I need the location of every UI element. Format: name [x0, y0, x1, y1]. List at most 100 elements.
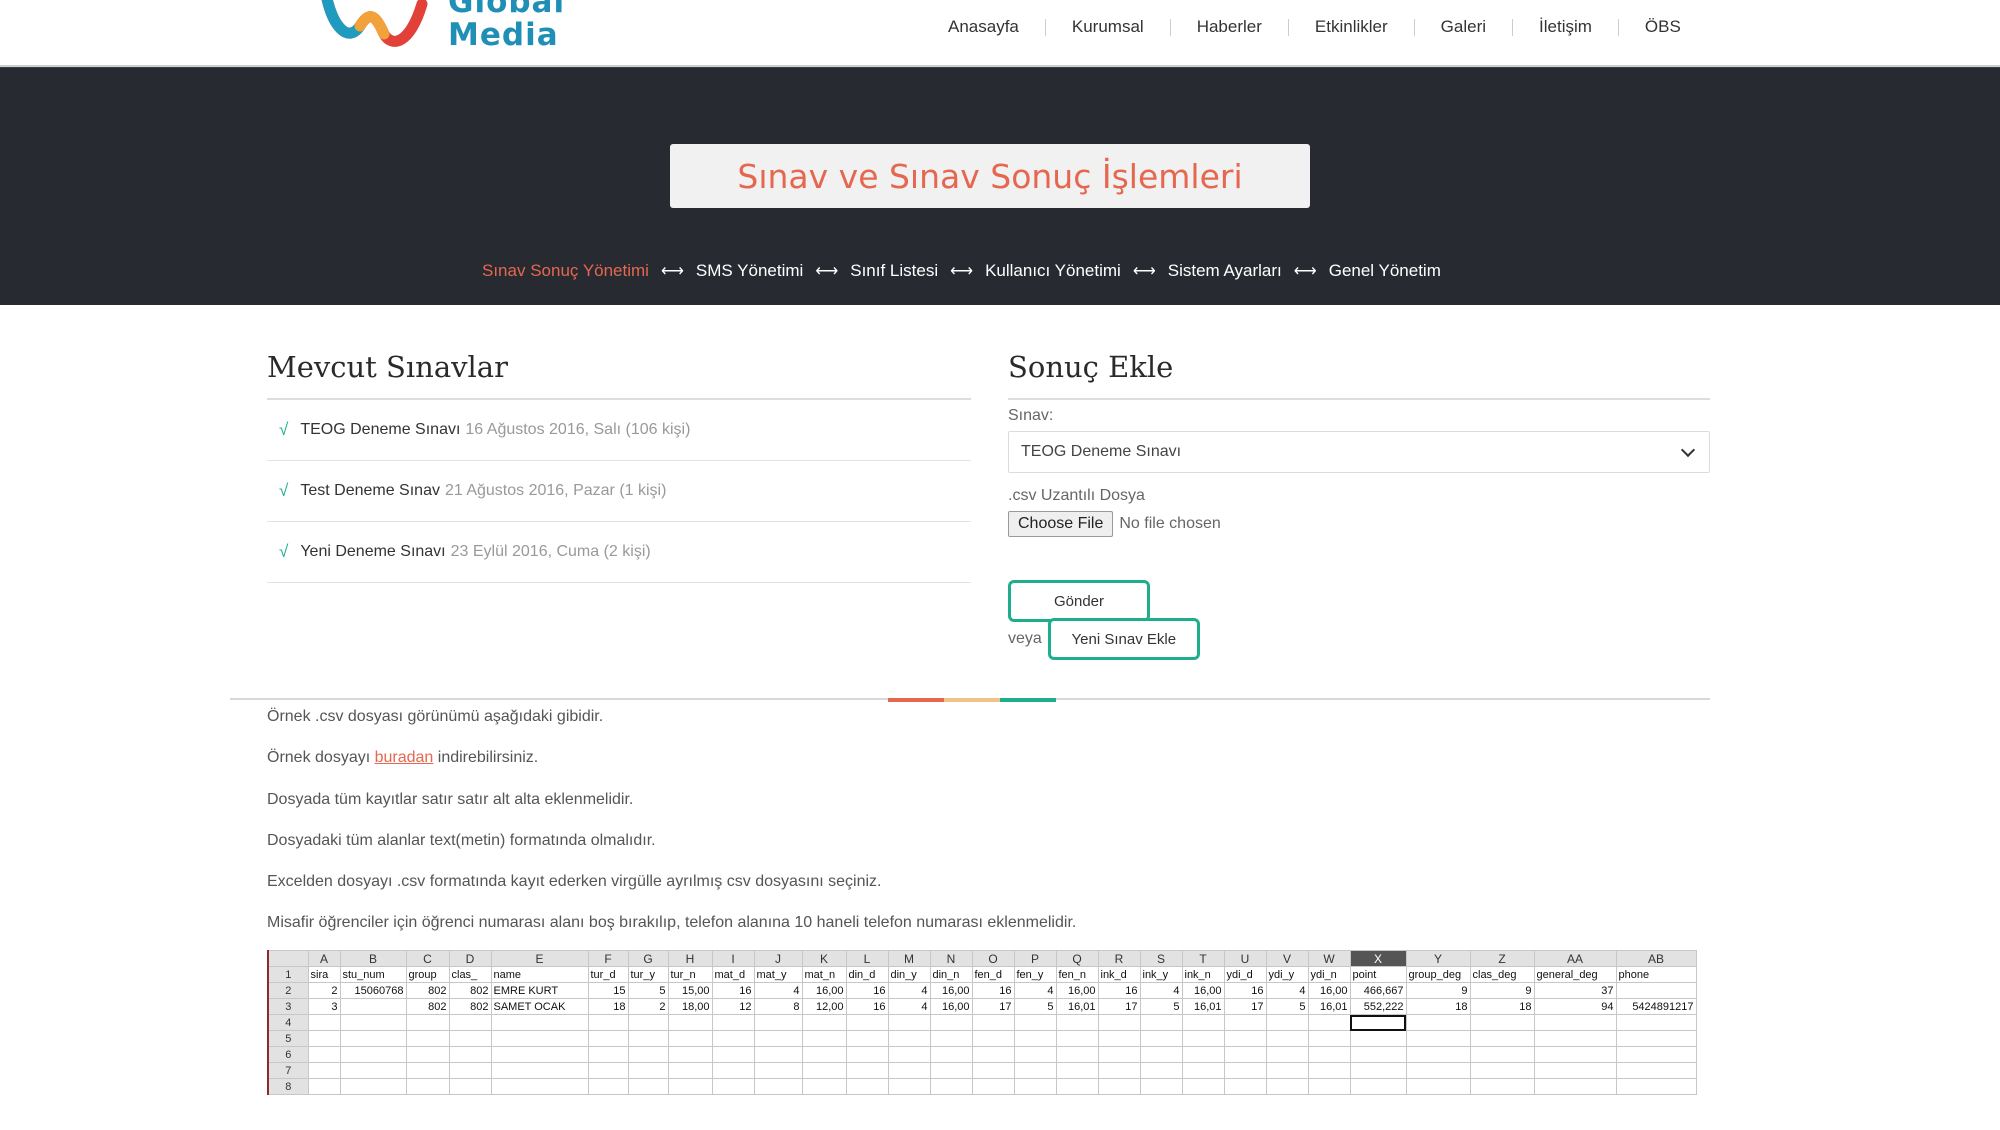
spreadsheet-cell[interactable]	[1181, 1014, 1225, 1031]
spreadsheet-cell[interactable]	[1469, 1062, 1535, 1079]
spreadsheet-column-header[interactable]: X	[1349, 950, 1407, 967]
spreadsheet-cell[interactable]	[845, 1062, 889, 1079]
spreadsheet-cell[interactable]	[339, 998, 407, 1015]
spreadsheet-cell[interactable]: 12	[711, 998, 755, 1015]
spreadsheet-cell[interactable]	[1265, 1078, 1309, 1095]
spreadsheet-cell[interactable]	[1615, 1014, 1697, 1031]
spreadsheet-cell[interactable]	[1265, 1014, 1309, 1031]
spreadsheet-cell[interactable]	[1181, 1046, 1225, 1063]
spreadsheet-cell[interactable]: fen_n	[1055, 966, 1099, 983]
spreadsheet-cell[interactable]: 9	[1405, 982, 1471, 999]
spreadsheet-cell[interactable]	[448, 1046, 492, 1063]
spreadsheet-cell[interactable]: 3	[307, 998, 341, 1015]
spreadsheet-cell[interactable]: 802	[448, 982, 492, 999]
spreadsheet-cell[interactable]: 16	[845, 998, 889, 1015]
spreadsheet-cell[interactable]	[1469, 1078, 1535, 1095]
spreadsheet-row-header[interactable]: 6	[267, 1046, 309, 1063]
spreadsheet-cell[interactable]	[1139, 1030, 1183, 1047]
spreadsheet-cell[interactable]: 16,00	[801, 982, 847, 999]
spreadsheet-cell[interactable]	[845, 1046, 889, 1063]
spreadsheet-cell[interactable]: mat_d	[711, 966, 755, 983]
spreadsheet-cell[interactable]	[1013, 1014, 1057, 1031]
spreadsheet-cell[interactable]: 2	[627, 998, 669, 1015]
spreadsheet-cell[interactable]	[845, 1014, 889, 1031]
spreadsheet-cell[interactable]: 18	[1469, 998, 1535, 1015]
spreadsheet-cell[interactable]	[1139, 1014, 1183, 1031]
spreadsheet-column-header[interactable]: L	[845, 950, 889, 967]
spreadsheet-cell[interactable]: 16,00	[929, 982, 973, 999]
spreadsheet-cell[interactable]	[490, 1062, 589, 1079]
spreadsheet-cell[interactable]	[971, 1062, 1015, 1079]
spreadsheet-cell[interactable]	[1615, 1062, 1697, 1079]
spreadsheet-cell[interactable]: 16	[971, 982, 1015, 999]
spreadsheet-cell[interactable]: din_d	[845, 966, 889, 983]
nav-etkinlikler[interactable]: Etkinlikler	[1315, 17, 1388, 37]
spreadsheet-cell[interactable]: 16,00	[1181, 982, 1225, 999]
spreadsheet-cell[interactable]	[1469, 1046, 1535, 1063]
spreadsheet-cell[interactable]: ydi_d	[1223, 966, 1267, 983]
spreadsheet-cell[interactable]: 15,00	[667, 982, 713, 999]
spreadsheet-cell[interactable]	[405, 1014, 450, 1031]
spreadsheet-row-header[interactable]: 3	[267, 998, 309, 1015]
spreadsheet-column-header[interactable]: AA	[1533, 950, 1617, 967]
exam-list-item[interactable]: √ TEOG Deneme Sınavı 16 Ağustos 2016, Sa…	[267, 400, 971, 461]
spreadsheet-row-header[interactable]: 4	[267, 1014, 309, 1031]
spreadsheet-cell[interactable]	[627, 1030, 669, 1047]
spreadsheet-cell[interactable]	[1349, 1078, 1407, 1095]
spreadsheet-cell[interactable]: 16,00	[929, 998, 973, 1015]
spreadsheet-column-header[interactable]: M	[887, 950, 931, 967]
spreadsheet-cell[interactable]: 5424891217	[1615, 998, 1697, 1015]
spreadsheet-column-header[interactable]: AB	[1615, 950, 1697, 967]
spreadsheet-cell[interactable]	[1307, 1046, 1351, 1063]
spreadsheet-cell[interactable]	[1013, 1030, 1057, 1047]
spreadsheet-cell[interactable]	[887, 1046, 931, 1063]
spreadsheet-cell[interactable]	[929, 1030, 973, 1047]
spreadsheet-cell[interactable]	[307, 1030, 341, 1047]
spreadsheet-cell[interactable]	[753, 1078, 803, 1095]
spreadsheet-cell[interactable]	[1055, 1030, 1099, 1047]
spreadsheet-column-header[interactable]: P	[1013, 950, 1057, 967]
spreadsheet-cell[interactable]	[587, 1078, 629, 1095]
spreadsheet-cell[interactable]	[667, 1014, 713, 1031]
choose-file-button[interactable]: Choose File	[1008, 511, 1114, 537]
spreadsheet-cell[interactable]	[1013, 1078, 1057, 1095]
spreadsheet-cell[interactable]: 552,222	[1349, 998, 1407, 1015]
nav-iletisim[interactable]: İletişim	[1539, 17, 1592, 37]
spreadsheet-cell[interactable]	[711, 1046, 755, 1063]
spreadsheet-cell[interactable]	[1349, 1046, 1407, 1063]
spreadsheet-cell[interactable]	[753, 1046, 803, 1063]
spreadsheet-cell[interactable]	[448, 1078, 492, 1095]
nav-obs[interactable]: ÖBS	[1645, 17, 1681, 37]
spreadsheet-cell[interactable]	[1533, 1078, 1617, 1095]
spreadsheet-cell[interactable]	[307, 1046, 341, 1063]
spreadsheet-column-header[interactable]: V	[1265, 950, 1309, 967]
spreadsheet-cell[interactable]: 5	[1265, 998, 1309, 1015]
spreadsheet-cell[interactable]	[1013, 1046, 1057, 1063]
spreadsheet-cell[interactable]: SAMET OCAK	[490, 998, 589, 1015]
spreadsheet-column-header[interactable]: A	[307, 950, 341, 967]
spreadsheet-cell[interactable]	[1223, 1078, 1267, 1095]
download-sample-link[interactable]: buradan	[375, 749, 434, 766]
spreadsheet-cell[interactable]	[339, 1030, 407, 1047]
spreadsheet-cell[interactable]: stu_num	[339, 966, 407, 983]
logo-text[interactable]: Global Media	[448, 0, 565, 52]
spreadsheet-cell[interactable]	[1223, 1014, 1267, 1031]
spreadsheet-cell[interactable]	[1307, 1014, 1351, 1031]
spreadsheet-cell[interactable]	[1097, 1030, 1141, 1047]
nav-anasayfa[interactable]: Anasayfa	[948, 17, 1019, 37]
exam-list-item[interactable]: √ Yeni Deneme Sınavı 23 Eylül 2016, Cuma…	[267, 522, 971, 583]
spreadsheet-cell[interactable]	[1181, 1062, 1225, 1079]
spreadsheet-cell[interactable]: 94	[1533, 998, 1617, 1015]
spreadsheet-cell[interactable]: 4	[887, 998, 931, 1015]
spreadsheet-column-header[interactable]: Y	[1405, 950, 1471, 967]
spreadsheet-cell[interactable]	[801, 1030, 847, 1047]
spreadsheet-cell[interactable]	[667, 1078, 713, 1095]
spreadsheet-cell[interactable]: 8	[753, 998, 803, 1015]
spreadsheet-cell[interactable]	[307, 1078, 341, 1095]
spreadsheet-cell[interactable]	[1097, 1014, 1141, 1031]
spreadsheet-cell[interactable]	[1097, 1078, 1141, 1095]
spreadsheet-cell[interactable]	[1139, 1062, 1183, 1079]
spreadsheet-cell[interactable]: 9	[1469, 982, 1535, 999]
spreadsheet-cell[interactable]	[405, 1030, 450, 1047]
subnav-sinav-sonuc[interactable]: Sınav Sonuç Yönetimi	[482, 261, 649, 281]
